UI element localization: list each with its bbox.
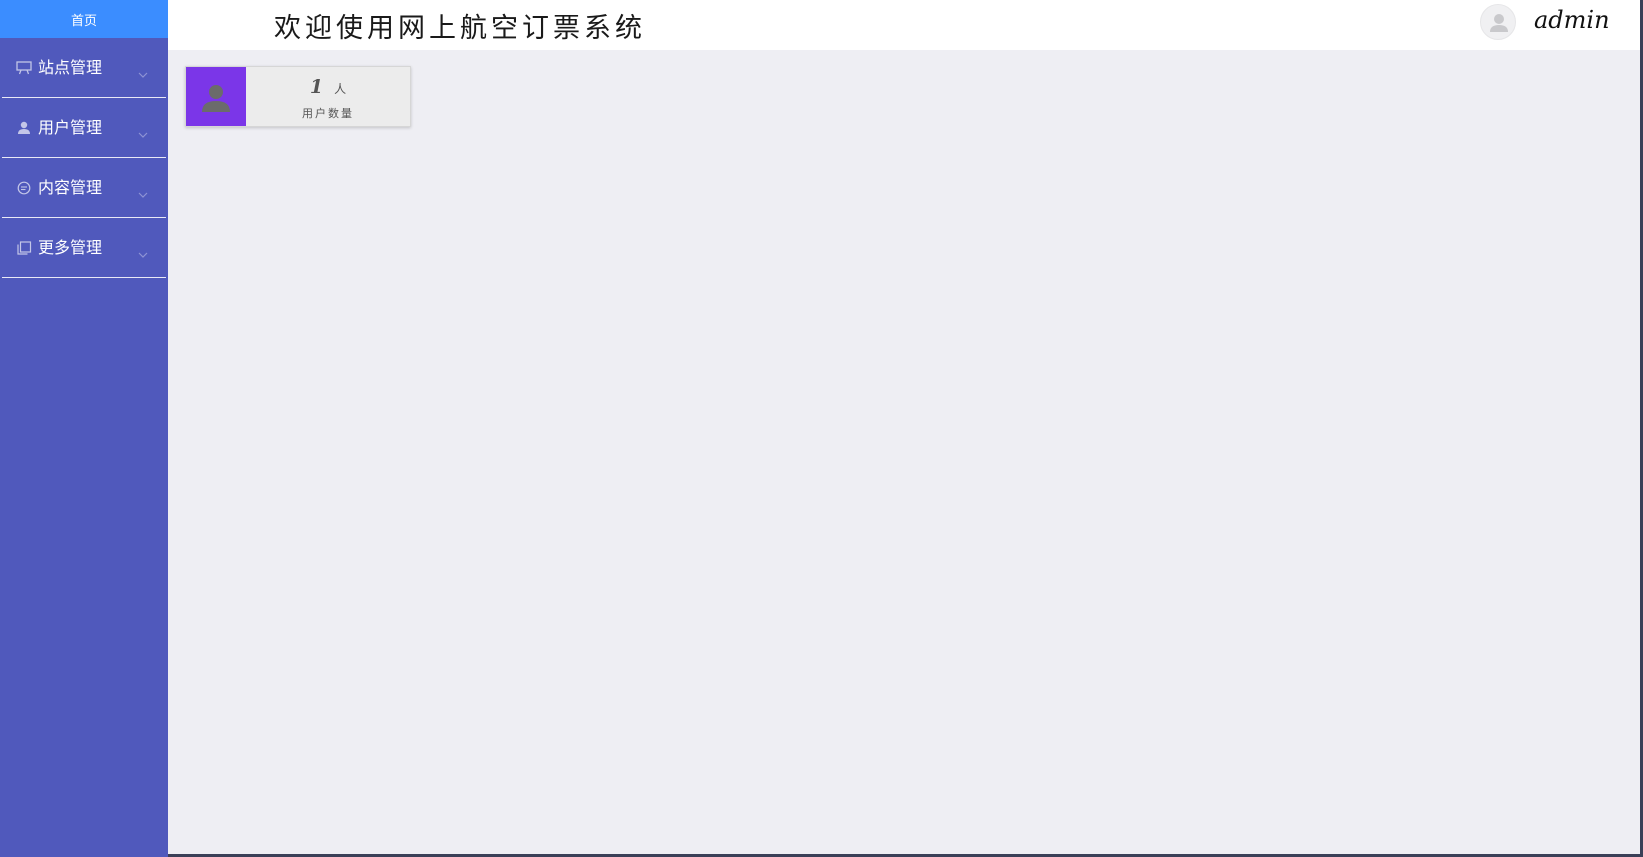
sidebar-item-more-management[interactable]: 更多管理 bbox=[2, 218, 166, 278]
user-count-card: 1 人 用户数量 bbox=[185, 66, 411, 127]
home-label: 首页 bbox=[70, 13, 97, 29]
user-count-value: 1 bbox=[309, 76, 324, 98]
monitor-icon bbox=[16, 61, 32, 75]
user-icon bbox=[202, 84, 230, 112]
app-root: 首页 站点管理 用户管理 内容管理 更多管理 欢迎使用网上航空订票系统 admi… bbox=[0, 0, 1643, 857]
sidebar-item-content-management[interactable]: 内容管理 bbox=[2, 158, 166, 218]
username[interactable]: admin bbox=[1534, 6, 1610, 34]
message-icon bbox=[16, 181, 32, 195]
sidebar: 首页 站点管理 用户管理 内容管理 更多管理 bbox=[0, 0, 168, 857]
user-count-unit: 人 bbox=[334, 82, 347, 96]
sidebar-item-user-management[interactable]: 用户管理 bbox=[2, 98, 166, 158]
sidebar-item-label: 更多管理 bbox=[38, 238, 103, 257]
sidebar-item-label: 站点管理 bbox=[38, 58, 103, 77]
main-content: 1 人 用户数量 bbox=[168, 50, 1643, 857]
stat-icon-box bbox=[186, 67, 246, 126]
user-icon bbox=[16, 121, 32, 135]
chevron-down-icon bbox=[138, 64, 148, 78]
home-link[interactable]: 首页 bbox=[0, 0, 168, 38]
sidebar-item-label: 用户管理 bbox=[38, 118, 103, 137]
chevron-down-icon bbox=[138, 244, 148, 258]
avatar[interactable] bbox=[1480, 4, 1516, 40]
sidebar-menu: 站点管理 用户管理 内容管理 更多管理 bbox=[0, 38, 168, 278]
user-count-label: 用户数量 bbox=[302, 107, 354, 120]
chevron-down-icon bbox=[138, 184, 148, 198]
chevron-down-icon bbox=[138, 124, 148, 138]
top-header: 欢迎使用网上航空订票系统 admin bbox=[168, 0, 1643, 50]
copy-icon bbox=[16, 241, 32, 255]
sidebar-item-site-management[interactable]: 站点管理 bbox=[2, 38, 166, 98]
stat-count: 1 人 bbox=[246, 76, 410, 98]
user-avatar-icon bbox=[1490, 14, 1508, 32]
stat-body: 1 人 用户数量 bbox=[246, 67, 410, 126]
page-title: 欢迎使用网上航空订票系统 bbox=[274, 13, 646, 44]
sidebar-item-label: 内容管理 bbox=[38, 178, 103, 197]
